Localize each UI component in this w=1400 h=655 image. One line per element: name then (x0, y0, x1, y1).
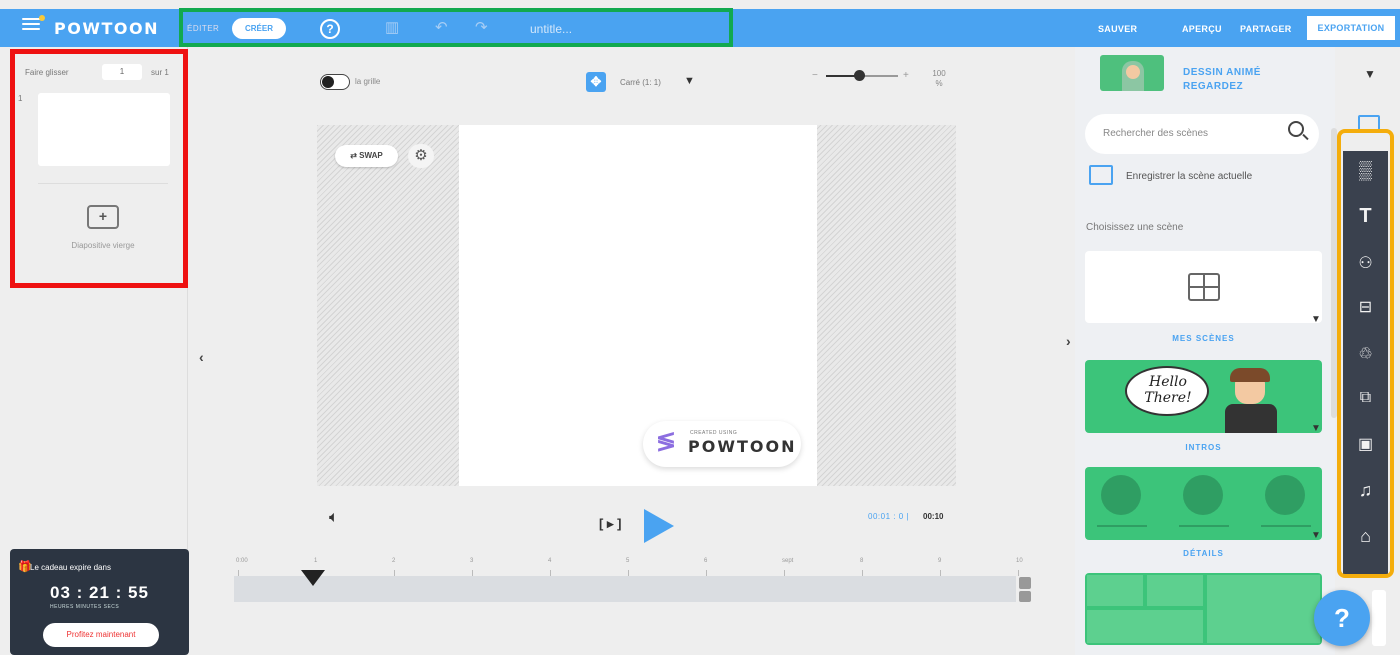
ruler-label: 2 (392, 558, 396, 564)
text-line (1179, 525, 1229, 527)
badge-name: POWTOON (688, 437, 797, 456)
search-placeholder: Rechercher des scènes (1103, 128, 1209, 139)
ruler-label: 10 (1016, 558, 1023, 564)
ruler-label: 3 (470, 558, 474, 564)
text-line (1261, 525, 1311, 527)
volume-icon[interactable]: 🔈︎ (329, 509, 339, 527)
time-current: 00:01 : 0 | (868, 512, 909, 521)
save-button[interactable]: SAUVER (1098, 24, 1137, 34)
gallery-tile (1087, 610, 1203, 643)
grid-label: la grille (355, 77, 381, 86)
chevron-down-icon[interactable]: ▼ (1311, 423, 1321, 434)
claim-gift-button[interactable]: Profitez maintenant (43, 623, 159, 647)
gear-icon[interactable]: ⚙ (408, 144, 434, 168)
ruler-label: 4 (548, 558, 552, 564)
scene-card-intros[interactable]: Hello There! (1085, 360, 1322, 433)
ruler-label: 9 (938, 558, 942, 564)
export-button[interactable]: EXPORTATION (1307, 16, 1395, 40)
avatar (1183, 475, 1223, 515)
side-toolbar-highlight-box (1337, 129, 1394, 578)
gallery-tile (1207, 575, 1320, 643)
play-icon[interactable] (644, 509, 674, 543)
avatar (1265, 475, 1305, 515)
layout-icon (1188, 273, 1220, 301)
ruler-label: 1 (314, 558, 318, 564)
grid-toggle[interactable] (320, 74, 350, 90)
timer-title: Le cadeau expire dans (30, 563, 111, 572)
category-my-scenes: MES SCÈNES (1172, 334, 1235, 343)
chevron-down-icon[interactable]: ▼ (1311, 314, 1321, 325)
chevron-down-icon[interactable]: ▼ (684, 75, 695, 87)
gallery-tile (1147, 575, 1203, 606)
zoom-slider-handle[interactable] (854, 70, 865, 81)
timeline-track[interactable] (234, 576, 1016, 602)
character-hair (1230, 368, 1270, 382)
zoom-out-icon[interactable]: − (812, 70, 818, 81)
play-scene-button[interactable]: [ ▸ ] (599, 516, 621, 532)
category-details: DÉTAILS (1183, 549, 1224, 558)
app-logo: POWTOON (54, 19, 159, 38)
avatar (1101, 475, 1141, 515)
scene-card-gallery[interactable] (1085, 573, 1322, 645)
aspect-ratio-icon[interactable]: ✥ (586, 72, 606, 92)
scene-card-details[interactable] (1085, 467, 1322, 540)
style-title[interactable]: DESSIN ANIMÉ REGARDEZ (1183, 66, 1323, 94)
preview-button[interactable]: APERÇU (1182, 24, 1222, 34)
zoom-in-icon[interactable]: + (903, 70, 909, 81)
ruler-label: sept (782, 558, 794, 564)
choose-scene-label: Choisissez une scène (1086, 222, 1184, 233)
chevron-down-icon[interactable]: ▼ (1311, 530, 1321, 541)
ruler-label: 8 (860, 558, 864, 564)
ruler-label: 0:00 (236, 558, 248, 564)
toolbar-highlight-box (179, 8, 733, 47)
ruler-label: 6 (704, 558, 708, 564)
badge-caption: CREATED USING (690, 430, 738, 436)
help-fab-backing (1372, 590, 1386, 646)
swap-button[interactable]: ⇄ SWAP (335, 145, 398, 167)
style-dropdown-icon[interactable]: ▼ (1364, 67, 1376, 81)
playhead[interactable] (301, 570, 325, 586)
help-button[interactable]: ? (1314, 590, 1370, 646)
collapse-left-icon[interactable]: ‹ (199, 349, 204, 365)
timeline-zoom-controls[interactable] (1019, 577, 1031, 602)
collapse-right-icon[interactable]: › (1066, 333, 1071, 349)
aspect-ratio-label[interactable]: Carré (1: 1) (620, 78, 661, 87)
character-body (1225, 404, 1277, 433)
character-thumbnail[interactable] (1100, 55, 1164, 91)
powtoon-badge-icon: ≶ (656, 428, 677, 455)
menu-icon[interactable] (22, 15, 45, 32)
text-line (1097, 525, 1147, 527)
timer-units: HEURES MINUTES SECS (50, 604, 120, 610)
ruler-tick (1018, 570, 1019, 576)
slides-highlight-box (10, 49, 188, 288)
time-total: 00:10 (923, 512, 944, 521)
search-icon[interactable] (1288, 121, 1304, 137)
share-button[interactable]: PARTAGER (1240, 24, 1292, 34)
ruler-label: 5 (626, 558, 630, 564)
zoom-value: 100 % (932, 69, 946, 88)
save-scene-link[interactable]: Enregistrer la scène actuelle (1126, 171, 1252, 182)
save-scene-icon[interactable] (1089, 165, 1113, 185)
gallery-tile (1087, 575, 1143, 606)
scene-card-mine[interactable] (1085, 251, 1322, 323)
intro-bubble-text: Hello There! (1144, 374, 1192, 406)
timer-digits: 03 : 21 : 55 (50, 583, 149, 602)
category-intros: INTROS (1185, 443, 1222, 452)
